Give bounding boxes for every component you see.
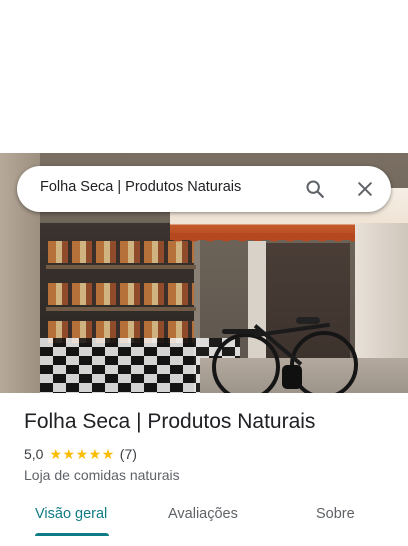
place-category[interactable]: Loja de comidas naturais bbox=[24, 467, 180, 483]
tab-overview[interactable]: Visão geral bbox=[35, 506, 107, 522]
star-icon: ★ bbox=[101, 446, 115, 462]
close-icon[interactable] bbox=[350, 174, 380, 204]
tab-bar: Visão geral Avaliações Sobre bbox=[0, 496, 408, 546]
rating-row[interactable]: 5,0 ★ ★ ★ ★ ★ (7) bbox=[24, 446, 137, 462]
photo-bike-wheel bbox=[212, 333, 280, 393]
tab-reviews[interactable]: Avaliações bbox=[168, 506, 238, 522]
star-icon: ★ bbox=[75, 446, 89, 462]
active-tab-indicator bbox=[35, 533, 109, 536]
star-rating: ★ ★ ★ ★ ★ bbox=[49, 447, 114, 461]
rating-value: 5,0 bbox=[24, 446, 44, 462]
star-icon: ★ bbox=[88, 446, 102, 462]
search-icon[interactable] bbox=[300, 174, 330, 204]
star-icon: ★ bbox=[62, 446, 76, 462]
place-title: Folha Seca | Produtos Naturais bbox=[24, 410, 316, 433]
search-bar[interactable]: Folha Seca | Produtos Naturais bbox=[17, 166, 391, 212]
search-input[interactable]: Folha Seca | Produtos Naturais bbox=[40, 179, 241, 195]
review-count[interactable]: (7) bbox=[120, 446, 137, 462]
star-icon: ★ bbox=[49, 446, 63, 462]
tab-about[interactable]: Sobre bbox=[316, 506, 355, 522]
